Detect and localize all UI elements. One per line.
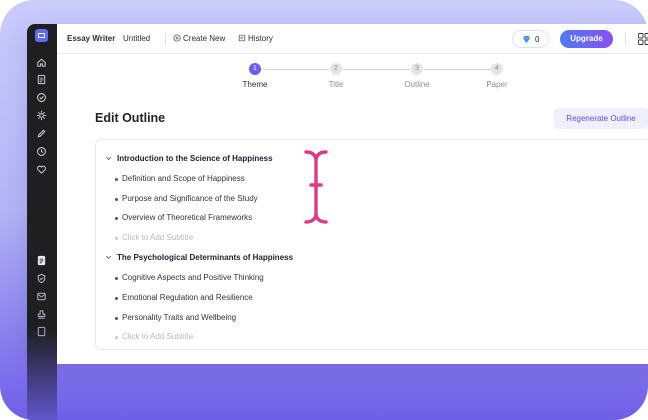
subtitle-item[interactable]: Purpose and Significance of the Study [122, 194, 258, 203]
step-connector [262, 69, 329, 70]
history-button[interactable]: History [238, 34, 273, 43]
section-title[interactable]: The Psychological Determinants of Happin… [117, 253, 293, 262]
history-icon[interactable] [36, 146, 47, 157]
text-cursor-icon [302, 148, 330, 226]
upgrade-button[interactable]: Upgrade [560, 30, 613, 48]
add-subtitle-input[interactable]: Click to Add Subtitle [122, 233, 193, 242]
create-new-label: Create New [183, 34, 226, 43]
home-icon[interactable] [36, 57, 47, 68]
step-3-indicator[interactable]: 3 [411, 63, 423, 75]
app-name: Essay Writer [67, 34, 116, 43]
step-4-indicator[interactable]: 4 [491, 63, 503, 75]
app-logo-icon[interactable] [35, 29, 48, 42]
bullet [115, 317, 118, 320]
step-4-label[interactable]: Paper [467, 80, 527, 89]
subtitle-item[interactable]: Emotional Regulation and Resilience [122, 293, 253, 302]
subtitle-item[interactable]: Definition and Scope of Happiness [122, 174, 245, 183]
step-3-label[interactable]: Outline [387, 80, 447, 89]
document-name[interactable]: Untitled [123, 34, 150, 43]
grid-icon[interactable] [638, 33, 648, 45]
step-1-indicator[interactable]: 1 [249, 63, 261, 75]
page-title: Edit Outline [95, 111, 166, 125]
history-icon [238, 34, 246, 42]
section-title[interactable]: Introduction to the Science of Happiness [117, 154, 273, 163]
subtitle-item[interactable]: Cognitive Aspects and Positive Thinking [122, 273, 264, 282]
bullet [115, 277, 118, 280]
top-bar: Essay Writer Untitled Create New History… [57, 24, 648, 54]
stamp-icon[interactable] [36, 309, 47, 320]
step-1-label[interactable]: Theme [225, 80, 285, 89]
credits-count: 0 [535, 35, 540, 44]
step-connector [424, 69, 491, 70]
add-subtitle-input[interactable]: Click to Add Subtitle [122, 332, 193, 341]
gear-icon[interactable] [36, 110, 47, 121]
step-2-indicator[interactable]: 2 [330, 63, 342, 75]
check-circle-icon[interactable] [36, 92, 47, 103]
bullet [115, 178, 118, 181]
essay-icon[interactable] [36, 255, 47, 266]
chevron-down-icon[interactable] [105, 155, 112, 162]
file-icon[interactable] [36, 326, 47, 337]
mail-icon[interactable] [36, 291, 47, 302]
create-new-button[interactable]: Create New [173, 34, 225, 43]
chevron-down-icon[interactable] [105, 254, 112, 261]
shield-check-icon[interactable] [36, 273, 47, 284]
bullet [115, 237, 118, 240]
bullet [115, 336, 118, 339]
credits-badge[interactable]: 0 [512, 30, 549, 48]
step-2-label[interactable]: Title [306, 80, 366, 89]
document-icon[interactable] [36, 74, 47, 85]
heart-icon[interactable] [36, 164, 47, 175]
history-label: History [248, 34, 273, 43]
sidebar-rail-fade [27, 330, 57, 420]
plus-circle-icon [173, 34, 181, 42]
step-connector [343, 69, 410, 70]
regenerate-outline-button[interactable]: Regenerate Outline [554, 108, 648, 129]
divider [165, 33, 166, 45]
pen-icon[interactable] [36, 128, 47, 139]
bullet [115, 198, 118, 201]
subtitle-item[interactable]: Personality Traits and Wellbeing [122, 313, 236, 322]
background-frame: Essay Writer Untitled Create New History… [0, 0, 648, 420]
divider [625, 33, 626, 45]
bullet [115, 217, 118, 220]
bullet [115, 297, 118, 300]
diamond-icon [522, 35, 531, 44]
subtitle-item[interactable]: Overview of Theoretical Frameworks [122, 213, 252, 222]
